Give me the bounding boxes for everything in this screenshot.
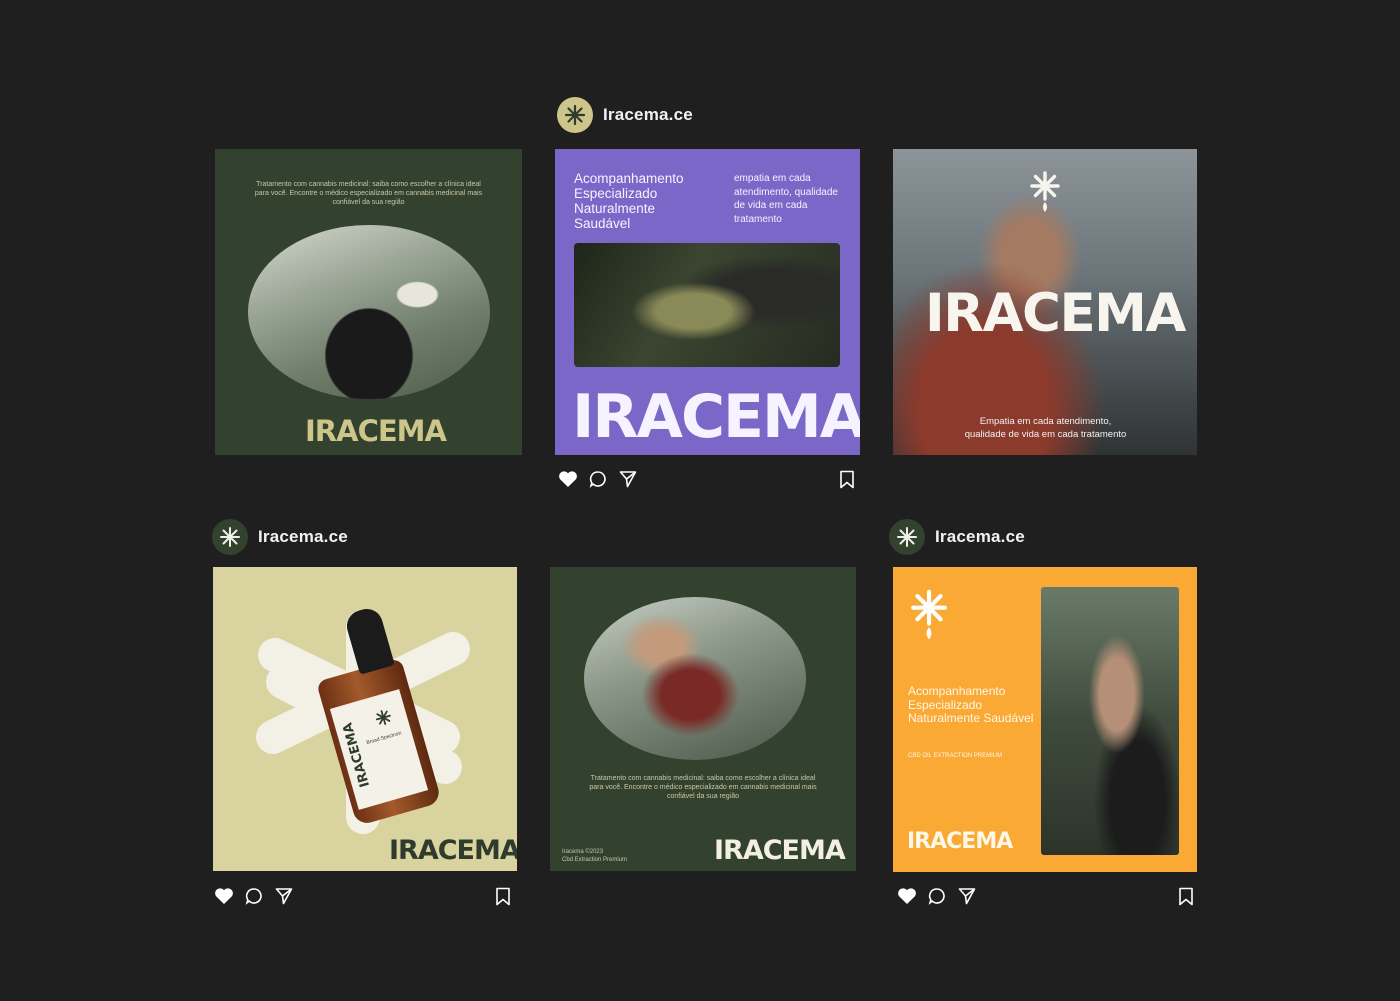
post-photo-woman-profile	[1041, 587, 1179, 855]
share-button[interactable]	[957, 886, 977, 906]
post-card-2[interactable]: Acompanhamento Especializado Naturalment…	[555, 149, 860, 455]
cannabis-leaf-icon	[375, 710, 391, 725]
cannabis-leaf-icon	[564, 104, 586, 126]
comment-button[interactable]	[244, 886, 264, 906]
profile-header-right[interactable]: Iracema.ce	[889, 519, 1025, 555]
post-caption: Tratamento com cannabis medicinal: saiba…	[589, 775, 817, 800]
bookmark-icon	[1179, 887, 1193, 905]
share-button[interactable]	[274, 886, 294, 906]
save-button[interactable]	[1176, 886, 1196, 906]
caption-line: Empatia em cada atendimento,	[979, 416, 1112, 427]
cannabis-leaf-icon	[897, 527, 917, 547]
heart-icon	[559, 471, 577, 487]
post-card-5[interactable]: Tratamento com cannabis medicinal: saiba…	[550, 567, 856, 871]
post-subtitle: CBD OIL EXTRACTION PREMIUM	[908, 753, 1003, 759]
bottle-text: Broad Spectrum	[365, 730, 403, 747]
caption-line: qualidade de vida em cada tratamento	[964, 429, 1127, 440]
cannabis-leaf-icon	[220, 527, 240, 547]
post-heading: Acompanhamento Especializado Naturalment…	[908, 684, 1034, 725]
comment-icon	[928, 888, 945, 905]
brand-wordmark: IRACEMA	[305, 414, 447, 448]
post-photo-group-laughing	[584, 597, 806, 760]
brand-wordmark: IRACEMA	[714, 835, 846, 866]
share-icon	[619, 471, 637, 488]
post-heading: Acompanhamento Especializado Naturalment…	[574, 171, 684, 231]
post-card-4[interactable]: IRACEMA Broad Spectrum IRACEMA	[213, 567, 517, 871]
account-handle[interactable]: Iracema.ce	[258, 527, 348, 547]
post-photo-woman-relaxing	[248, 225, 490, 399]
post-caption: Empatia em cada atendimento, qualidade d…	[933, 415, 1158, 441]
brand-wordmark: IRACEMA	[389, 835, 517, 866]
brand-wordmark: IRACEMA	[907, 829, 1013, 854]
footer-line: Iracema ©2023	[562, 849, 604, 855]
bookmark-icon	[496, 887, 510, 905]
comment-icon	[589, 471, 606, 488]
post-footer: Iracema ©2023 Cbd Extraction Premium	[562, 848, 627, 864]
post-photo-cannabis-bud	[574, 243, 840, 367]
post-card-6[interactable]: Acompanhamento Especializado Naturalment…	[893, 567, 1197, 872]
account-handle[interactable]: Iracema.ce	[603, 105, 693, 125]
comment-icon	[245, 888, 262, 905]
post-card-1[interactable]: Tratamento com cannabis medicinal: saiba…	[215, 149, 522, 455]
post-card-3[interactable]: IRACEMA Empatia em cada atendimento, qua…	[893, 149, 1197, 455]
avatar[interactable]	[557, 97, 593, 133]
like-button[interactable]	[897, 886, 917, 906]
brand-wordmark: IRACEMA	[925, 283, 1186, 344]
heart-icon	[215, 888, 233, 904]
post-actions-bar	[558, 468, 860, 490]
profile-header-left[interactable]: Iracema.ce	[212, 519, 348, 555]
asterisk-drop-icon	[911, 589, 947, 640]
save-button[interactable]	[493, 886, 513, 906]
comment-button[interactable]	[588, 469, 608, 489]
heart-icon	[898, 888, 916, 904]
bookmark-icon	[840, 470, 854, 488]
like-button[interactable]	[214, 886, 234, 906]
brand-wordmark: IRACEMA	[572, 382, 860, 452]
post-caption: Tratamento com cannabis medicinal: saiba…	[254, 181, 483, 206]
post-actions-bar	[897, 885, 1197, 907]
post-actions-bar	[214, 885, 516, 907]
like-button[interactable]	[558, 469, 578, 489]
comment-button[interactable]	[927, 886, 947, 906]
footer-line: Cbd Extraction Premium	[562, 857, 628, 863]
account-handle[interactable]: Iracema.ce	[935, 527, 1025, 547]
avatar[interactable]	[212, 519, 248, 555]
avatar[interactable]	[889, 519, 925, 555]
share-icon	[275, 888, 293, 905]
asterisk-drop-icon	[1030, 171, 1060, 212]
share-button[interactable]	[618, 469, 638, 489]
profile-header-top[interactable]: Iracema.ce	[557, 97, 693, 133]
post-side-text: empatia em cada atendimento, qualidade d…	[734, 173, 838, 225]
share-icon	[958, 888, 976, 905]
save-button[interactable]	[837, 469, 857, 489]
